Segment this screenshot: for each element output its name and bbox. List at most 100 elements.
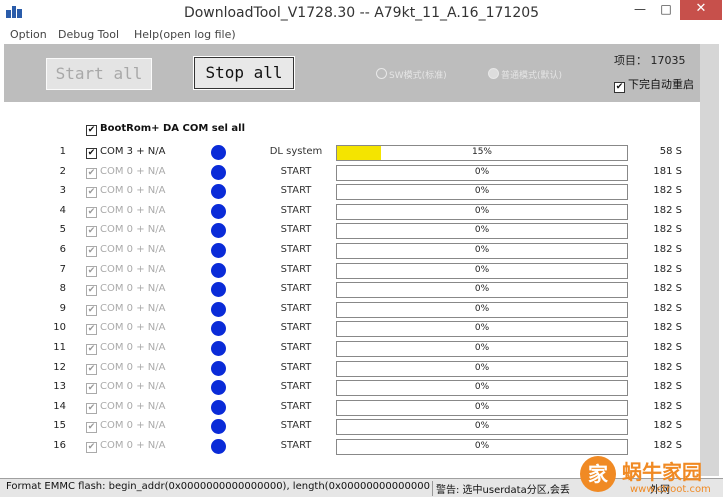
menu-help[interactable]: Help(open log file) [134,28,236,41]
port-row: 8 ✔ COM 0 + N/A START 0% 182 S [0,280,723,299]
row-com-label: COM 0 + N/A [100,381,166,393]
port-row: 11 ✔ COM 0 + N/A START 0% 182 S [0,339,723,358]
status-led-icon [211,262,226,278]
project-info: 项目： 17035 [614,52,686,68]
checkbox-box: ✔ [86,363,97,375]
progress-percent: 0% [474,284,490,295]
close-button[interactable]: ✕ [680,0,722,20]
checkbox-box: ✔ [86,442,97,453]
port-row: 5 ✔ COM 0 + N/A START 0% 182 S [0,221,723,240]
row-number: 3 [59,185,66,197]
auto-restart-checkbox[interactable]: ✔ 下完自动重启 [614,76,694,93]
checkbox-box: ✔ [86,148,97,159]
minimize-button[interactable]: — [628,0,652,20]
radio-sw-mode[interactable]: SW模式(标准) [376,68,447,81]
toolbar: Start all Stop all SW模式(标准) 普通模式(默认) 项目：… [4,44,719,102]
row-com-checkbox[interactable]: ✔ COM 0 + N/A [86,342,165,355]
row-com-checkbox[interactable]: ✔ COM 0 + N/A [86,420,166,434]
status-led-icon [211,184,226,200]
checkbox-box: ✔ [86,167,97,179]
row-number: 15 [53,420,66,432]
progress-bar: 0% [336,380,628,397]
row-com-checkbox[interactable]: ✔ COM 0 + N/A [86,166,165,179]
progress-bar: 0% [336,399,628,416]
row-com-checkbox[interactable]: ✔ COM 3 + N/A [86,146,165,159]
row-number: 8 [59,283,66,295]
row-com-checkbox[interactable]: ✔ COM 0 + N/A [86,244,165,257]
row-status: START [280,381,312,393]
row-com-checkbox[interactable]: ✔ COM 0 + N/A [86,224,165,238]
maximize-button[interactable]: □ [654,0,678,20]
progress-bar: 0% [336,321,628,338]
row-com-checkbox[interactable]: ✔ COM 0 + N/A [86,362,165,375]
row-number: 4 [59,204,66,216]
status-led-icon [211,282,226,298]
status-led-icon [211,380,226,396]
row-number: 5 [59,224,66,236]
status-led-icon [211,164,226,180]
row-number: 1 [59,146,66,157]
port-row: 7 ✔ COM 0 + N/A START 0% 182 S [0,261,723,280]
checkbox-box: ✔ [86,206,97,218]
select-all-checkbox[interactable]: ✔ BootRom+ DA COM sel all [86,123,245,136]
radio-sw-label: SW模式(标准) [389,71,447,81]
status-led-icon [211,145,226,160]
status-led-icon [211,439,226,454]
port-row: 9 ✔ COM 0 + N/A START 0% 182 S [0,300,723,319]
checkbox-box: ✔ [86,125,97,136]
menu-option[interactable]: Option [10,28,47,41]
row-com-checkbox[interactable]: ✔ COM 0 + N/A [86,440,165,453]
window-scrollbar[interactable] [700,44,719,476]
menu-debug-tool[interactable]: Debug Tool [58,28,119,41]
row-com-label: COM 0 + N/A [100,420,166,432]
row-com-checkbox[interactable]: ✔ COM 0 + N/A [86,401,165,414]
row-elapsed-time: 182 S [653,400,682,412]
status-led-icon [211,341,226,356]
progress-bar: 0% [336,184,628,201]
row-number: 12 [53,361,66,373]
progress-bar: 0% [336,341,628,357]
radio-normal-mode[interactable]: 普通模式(默认) [488,68,562,81]
row-com-checkbox[interactable]: ✔ COM 0 + N/A [86,322,165,336]
row-status: START [280,283,312,295]
row-elapsed-time: 182 S [653,263,682,275]
progress-bar: 0% [336,203,628,220]
status-led-icon [211,203,226,219]
row-status: START [280,420,312,432]
row-com-checkbox[interactable]: ✔ COM 0 + N/A [86,185,165,199]
row-number: 2 [59,165,66,177]
row-com-label: COM 0 + N/A [100,361,166,373]
row-com-checkbox[interactable]: ✔ COM 0 + N/A [86,303,165,316]
row-status: START [280,302,312,314]
progress-bar: 0% [336,164,628,181]
row-com-label: COM 0 + N/A [100,400,166,412]
project-value: 17035 [650,54,686,67]
progress-percent: 0% [474,264,490,275]
row-com-checkbox[interactable]: ✔ COM 0 + N/A [86,283,165,297]
port-row: 6 ✔ COM 0 + N/A START 0% 182 S [0,241,723,260]
row-com-label: COM 0 + N/A [100,204,166,216]
row-elapsed-time: 182 S [653,283,682,295]
progress-percent: 0% [474,323,490,334]
progress-percent: 0% [474,303,490,314]
stop-all-button[interactable]: Stop all [193,56,295,90]
row-com-checkbox[interactable]: ✔ COM 0 + N/A [86,381,166,395]
status-led-icon [211,243,226,258]
status-format-info: Format EMMC flash: begin_addr(0x00000000… [6,481,430,492]
row-number: 14 [53,400,66,412]
status-warning: 警告: 选中userdata分区,会丢 [432,481,586,496]
progress-percent: 15% [471,147,492,157]
port-row: 15 ✔ COM 0 + N/A START 0% 182 S [0,417,723,436]
row-number: 16 [53,440,66,451]
row-status: START [280,204,312,216]
row-status: START [280,244,312,255]
start-all-button[interactable]: Start all [46,58,152,90]
progress-percent: 0% [474,362,490,373]
row-elapsed-time: 182 S [653,244,682,255]
checkbox-box: ✔ [86,285,97,297]
row-com-checkbox[interactable]: ✔ COM 0 + N/A [86,205,165,218]
row-elapsed-time: 182 S [653,224,682,236]
progress-bar: 15% [336,145,628,161]
window-title: DownloadTool_V1728.30 -- A79kt_11_A.16_1… [183,5,540,21]
row-com-checkbox[interactable]: ✔ COM 0 + N/A [86,264,165,277]
